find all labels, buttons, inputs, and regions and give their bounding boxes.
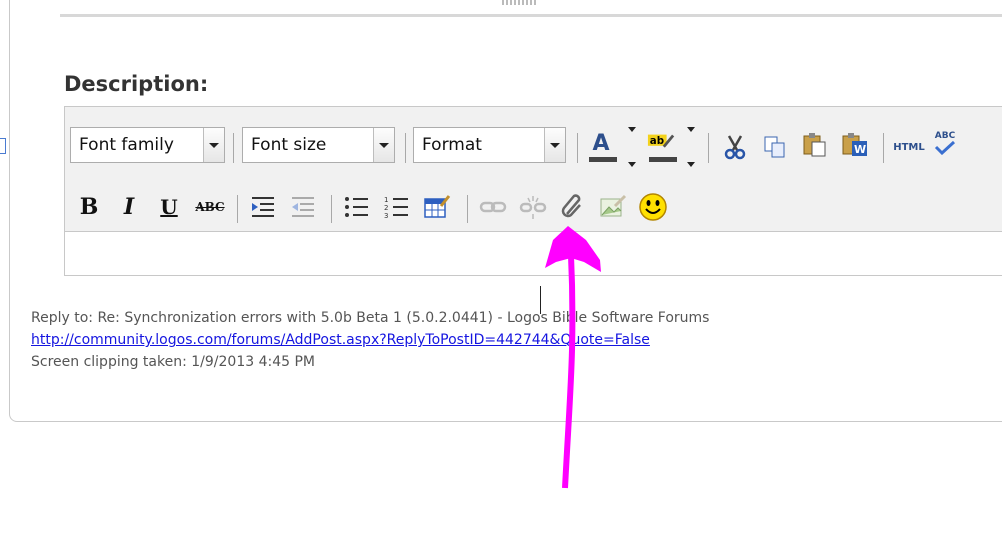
annotation-arrow — [545, 226, 601, 489]
